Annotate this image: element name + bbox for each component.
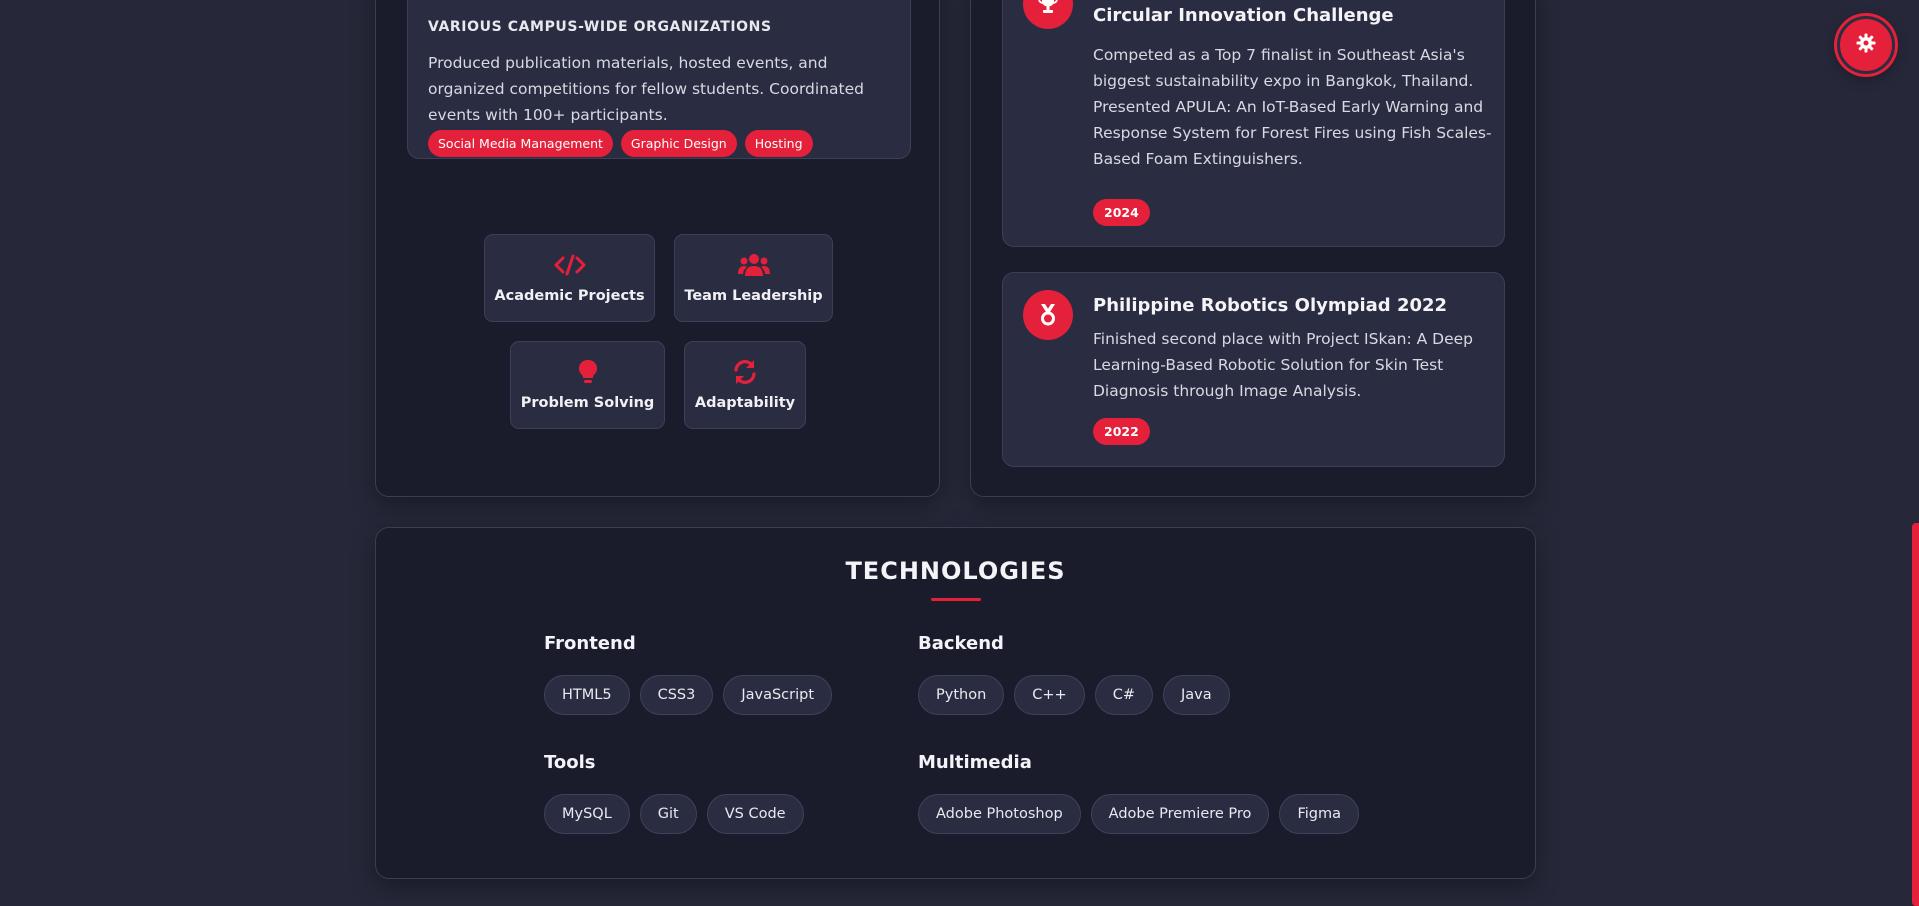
achievement-description: Competed as a Top 7 finalist in Southeas… [1093,46,1492,168]
achievements-panel: Sustainability Expo 2024 Hackathon x Cir… [970,0,1536,497]
tag: Hosting [744,130,813,157]
achievement-title: Sustainability Expo 2024 Hackathon x Cir… [1093,5,1394,26]
settings-icon [1856,33,1876,57]
tech-pill: MySQL [544,794,630,834]
tech-pill: VS Code [706,794,804,834]
tech-group-frontend: HTML5 CSS3 JavaScript [544,675,833,715]
scrollbar-thumb[interactable] [1912,523,1919,906]
tech-pill: Adobe Photoshop [918,794,1081,834]
tech-group-backend: Python C++ C# Java [918,675,1230,715]
experience-card: VARIOUS CAMPUS-WIDE ORGANIZATIONS Produc… [407,0,911,159]
trophy-icon [1023,0,1073,29]
tech-group-tools-title: Tools [544,752,596,773]
tech-pill: Git [639,794,697,834]
achievement-description: Finished second place with Project ISkan… [1093,330,1473,400]
tech-pill: Figma [1279,794,1359,834]
sync-icon [729,359,761,385]
skill-label: Academic Projects [494,288,645,304]
title-underline [931,598,981,601]
experience-tags: Social Media Management Graphic Design H… [428,130,813,157]
achievement-title: Philippine Robotics Olympiad 2022 [1093,295,1448,316]
tech-pill: Python [918,675,1005,715]
tech-group-tools: MySQL Git VS Code [544,794,804,834]
tech-group-frontend-title: Frontend [544,633,636,654]
tech-pill: Adobe Premiere Pro [1090,794,1270,834]
tech-group-multimedia: Adobe Photoshop Adobe Premiere Pro Figma [918,794,1359,834]
tech-pill: Java [1162,675,1230,715]
experience-description: Produced publication materials, hosted e… [428,54,864,124]
tech-group-backend-title: Backend [918,633,1004,654]
medal-icon [1023,290,1073,340]
achievement-card: Philippine Robotics Olympiad 2022 Finish… [1002,272,1505,467]
skill-academic-projects[interactable]: Academic Projects [484,234,655,322]
experience-org: VARIOUS CAMPUS-WIDE ORGANIZATIONS [428,19,772,35]
technologies-panel: TECHNOLOGIES Frontend HTML5 CSS3 JavaScr… [375,527,1536,879]
year-badge: 2022 [1093,418,1150,445]
tech-group-multimedia-title: Multimedia [918,752,1032,773]
tech-pill: JavaScript [723,675,833,715]
skill-label: Team Leadership [684,288,823,304]
tech-pill: HTML5 [544,675,630,715]
skill-label: Adaptability [694,395,796,411]
users-icon [737,252,770,278]
lightbulb-icon [572,359,604,385]
year-badge: 2024 [1093,199,1150,226]
tech-pill: CSS3 [639,675,714,715]
tech-pill: C++ [1014,675,1085,715]
experience-panel: VARIOUS CAMPUS-WIDE ORGANIZATIONS Produc… [375,0,940,497]
page: VARIOUS CAMPUS-WIDE ORGANIZATIONS Produc… [0,0,1919,906]
code-icon [554,252,586,278]
theme-settings-button[interactable] [1837,16,1895,74]
skill-problem-solving[interactable]: Problem Solving [510,341,665,429]
tag: Graphic Design [620,130,737,157]
section-title: TECHNOLOGIES [845,557,1066,585]
skill-label: Problem Solving [520,395,655,411]
tag: Social Media Management [428,130,613,157]
skill-team-leadership[interactable]: Team Leadership [674,234,833,322]
achievement-card: Sustainability Expo 2024 Hackathon x Cir… [1002,0,1505,247]
tech-pill: C# [1094,675,1153,715]
skill-adaptability[interactable]: Adaptability [684,341,806,429]
